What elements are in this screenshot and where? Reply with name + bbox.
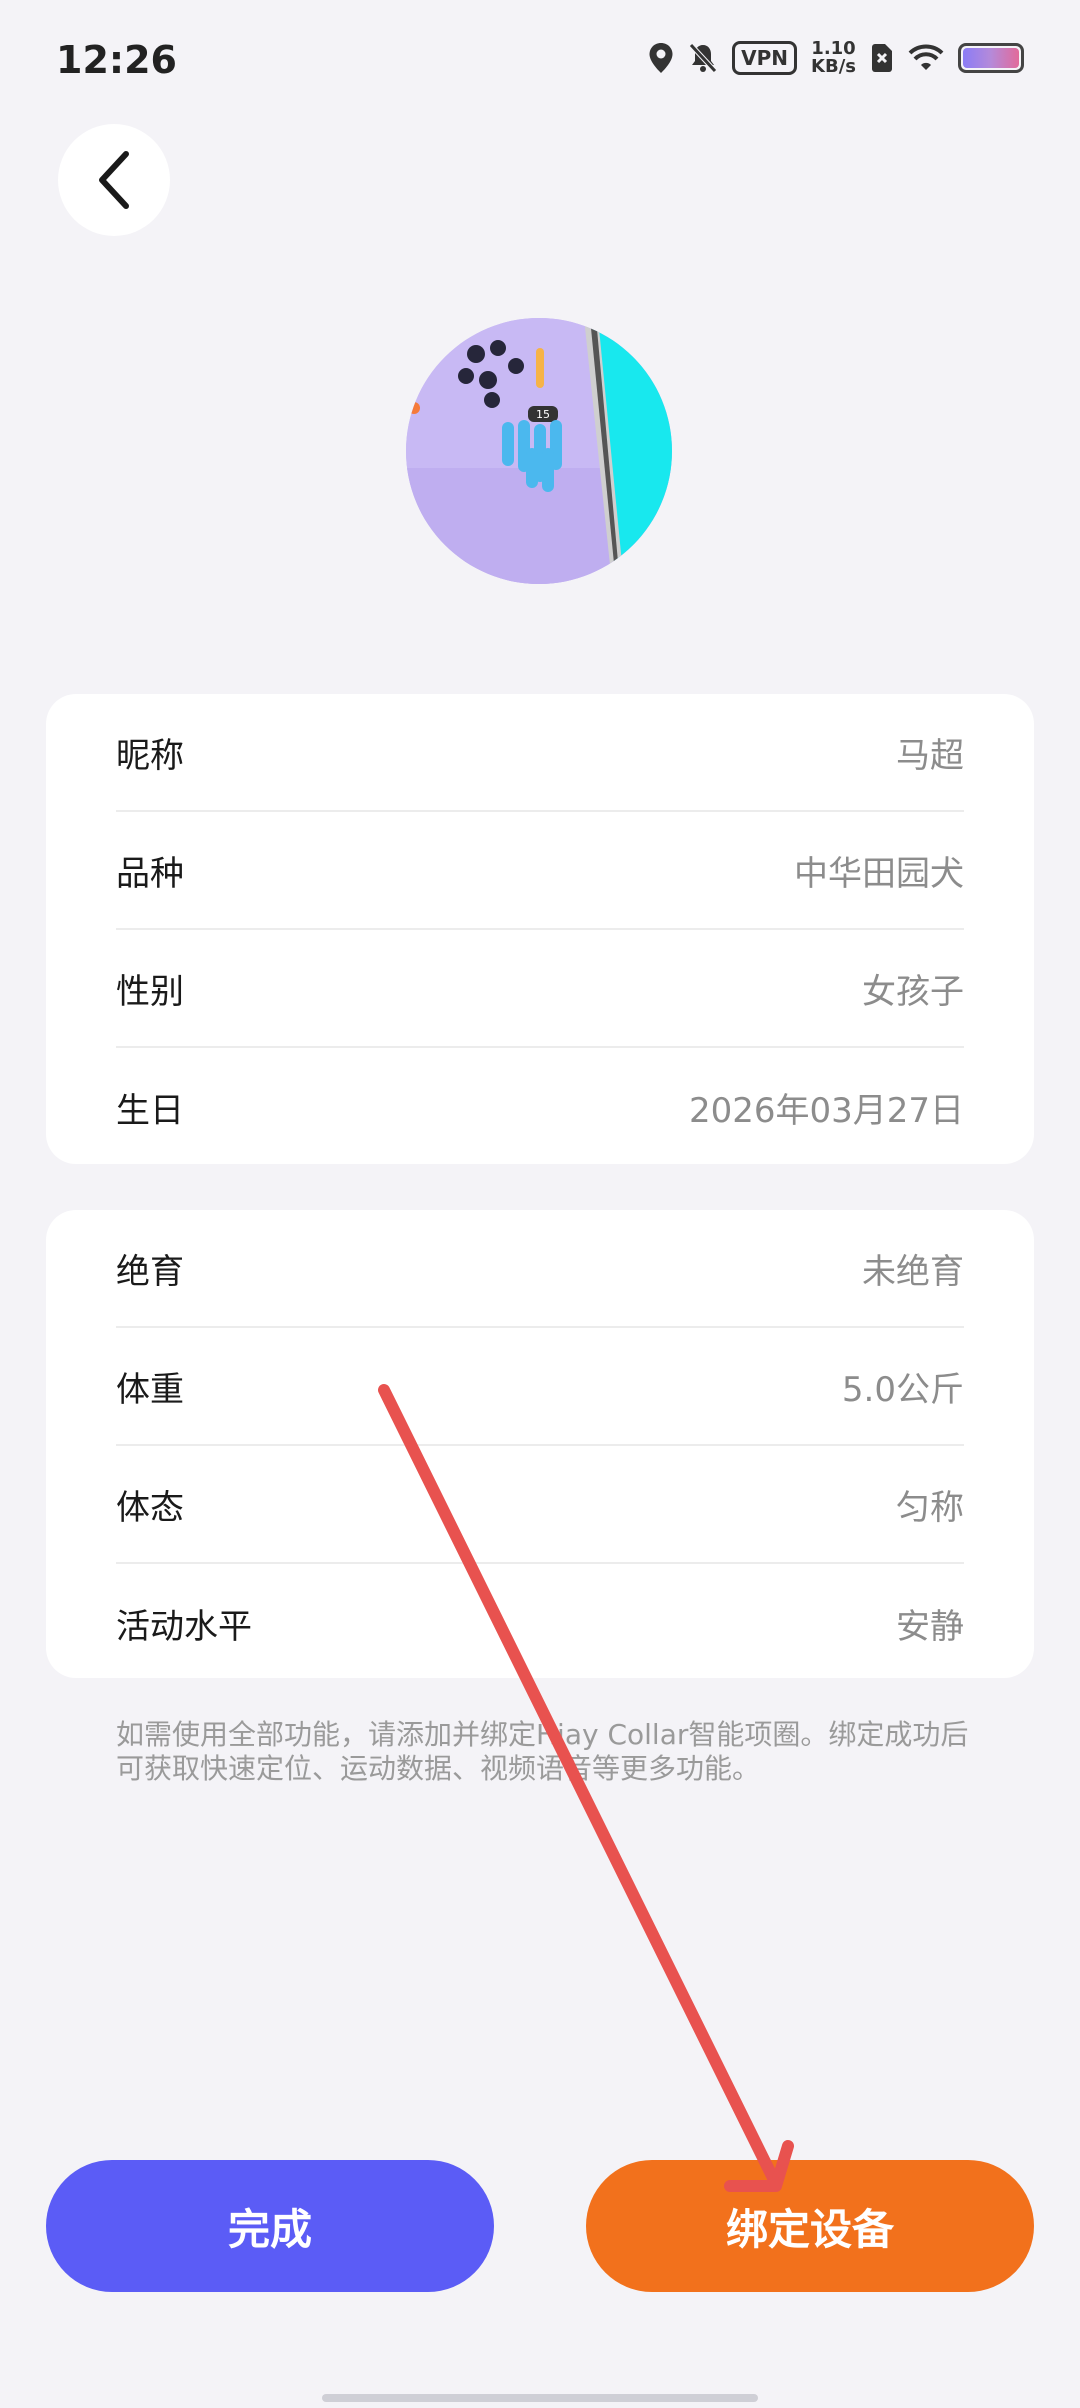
gender-label: 性别 (116, 971, 184, 1012)
speed-unit: KB/s (811, 56, 856, 77)
sim-off-icon (870, 43, 894, 73)
birthday-value: 2026年03月27日 (688, 1090, 964, 1131)
breed-row[interactable]: 品种 中华田园犬 (116, 812, 964, 930)
breed-label: 品种 (116, 853, 184, 894)
network-speed: 1.10 KB/s (811, 40, 856, 76)
gender-value: 女孩子 (862, 971, 964, 1012)
nickname-row[interactable]: 昵称 马超 (116, 694, 964, 812)
vpn-indicator: VPN (732, 41, 798, 75)
done-button[interactable]: 完成 (46, 2160, 494, 2292)
battery-level (963, 48, 1019, 68)
body-shape-row[interactable]: 体态 匀称 (116, 1446, 964, 1564)
wifi-icon (908, 44, 944, 72)
chevron-left-icon (99, 151, 129, 209)
battery-icon (958, 43, 1024, 73)
birthday-label: 生日 (116, 1090, 184, 1131)
bind-hint-text: 如需使用全部功能，请添加并绑定Hiay Collar智能项圈。绑定成功后可获取快… (116, 1718, 969, 1785)
weight-value: 5.0公斤 (841, 1369, 964, 1410)
home-indicator[interactable] (322, 2394, 758, 2402)
health-info-card: 绝育 未绝育 体重 5.0公斤 体态 匀称 活动水平 安静 (46, 1210, 1034, 1678)
activity-level-value: 安静 (896, 1606, 964, 1647)
status-time: 12:26 (56, 38, 177, 82)
avatar-image: 15 (406, 318, 672, 584)
nickname-label: 昵称 (116, 735, 184, 776)
bell-muted-icon (688, 42, 718, 74)
breed-value: 中华田园犬 (794, 853, 964, 894)
neutered-label: 绝育 (116, 1251, 184, 1292)
status-icons: VPN 1.10 KB/s (648, 40, 1024, 76)
bind-device-button[interactable]: 绑定设备 (586, 2160, 1034, 2292)
avatar-badge: 15 (536, 408, 550, 421)
status-bar: 12:26 VPN 1.10 KB/s (0, 0, 1080, 120)
weight-label: 体重 (116, 1369, 184, 1410)
location-icon (648, 42, 674, 74)
pet-avatar[interactable]: 15 (406, 318, 672, 584)
neutered-row[interactable]: 绝育 未绝育 (116, 1210, 964, 1328)
weight-row[interactable]: 体重 5.0公斤 (116, 1328, 964, 1446)
birthday-row[interactable]: 生日 2026年03月27日 (116, 1048, 964, 1166)
profile-info-card: 昵称 马超 品种 中华田园犬 性别 女孩子 生日 2026年03月27日 (46, 694, 1034, 1164)
neutered-value: 未绝育 (862, 1251, 964, 1292)
body-shape-value: 匀称 (896, 1487, 964, 1528)
activity-level-label: 活动水平 (116, 1606, 252, 1647)
gender-row[interactable]: 性别 女孩子 (116, 930, 964, 1048)
activity-level-row[interactable]: 活动水平 安静 (116, 1564, 964, 1682)
nickname-value: 马超 (896, 735, 964, 776)
body-shape-label: 体态 (116, 1487, 184, 1528)
back-button[interactable] (58, 124, 170, 236)
